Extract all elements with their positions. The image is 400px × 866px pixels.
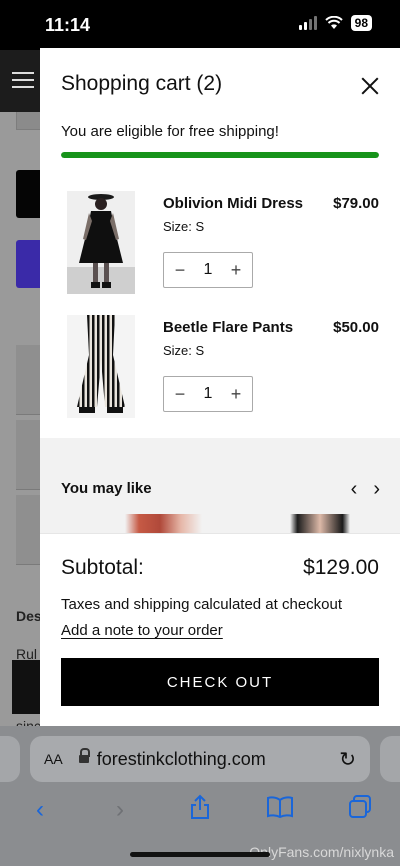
item-size: Size: S — [163, 219, 205, 234]
share-icon[interactable] — [180, 794, 220, 827]
shipping-progress-bar — [61, 152, 379, 158]
carousel-arrows: ‹ › — [351, 478, 380, 501]
next-tab-pill[interactable] — [380, 736, 400, 782]
cart-item: Oblivion Midi Dress $79.00 Size: S − 1 + — [40, 191, 400, 301]
dress-image — [67, 191, 135, 294]
url-text[interactable]: forestinkclothing.com — [97, 749, 340, 770]
status-icons: 98 — [298, 15, 372, 31]
minus-icon[interactable]: − — [172, 260, 188, 281]
address-bar[interactable]: AA forestinkclothing.com ↻ — [30, 736, 370, 782]
browser-bottom-bar: AA forestinkclothing.com ↻ ‹ › OnlyFans.… — [0, 726, 400, 866]
free-shipping-message: You are eligible for free shipping! — [61, 123, 279, 140]
you-may-like-title: You may like — [61, 480, 152, 497]
background-section-label: Des — [16, 608, 42, 624]
previous-tab-pill[interactable] — [0, 736, 20, 782]
watermark: OnlyFans.com/nixlynka — [249, 844, 394, 860]
chevron-right-icon[interactable]: › — [373, 478, 380, 501]
item-size: Size: S — [163, 343, 205, 358]
browser-toolbar: ‹ › — [0, 790, 400, 830]
battery-indicator: 98 — [350, 15, 372, 31]
back-icon[interactable]: ‹ — [20, 796, 60, 824]
subtotal-value: $129.00 — [303, 556, 379, 579]
cart-drawer: Shopping cart (2) You are eligible for f… — [40, 48, 400, 730]
item-name[interactable]: Oblivion Midi Dress — [163, 195, 303, 212]
quantity-stepper: − 1 + — [163, 252, 253, 288]
forward-icon[interactable]: › — [100, 796, 140, 824]
plus-icon[interactable]: + — [228, 384, 244, 405]
cart-item: Beetle Flare Pants $50.00 Size: S − 1 + — [40, 315, 400, 425]
you-may-like-section: You may like ‹ › — [40, 438, 400, 533]
suggested-product-image[interactable] — [230, 514, 380, 533]
plus-icon[interactable]: + — [228, 260, 244, 281]
pants-image — [67, 315, 135, 418]
status-time: 11:14 — [45, 15, 91, 35]
status-bar: 11:14 98 — [0, 0, 400, 50]
cart-title: Shopping cart (2) — [61, 72, 223, 95]
text-size-button[interactable]: AA — [44, 751, 63, 767]
close-icon[interactable] — [360, 76, 380, 96]
suggested-product-image[interactable] — [62, 514, 202, 533]
quantity-stepper: − 1 + — [163, 376, 253, 412]
subtotal-label: Subtotal: — [61, 556, 144, 579]
background-dark-block — [12, 660, 42, 714]
shipping-progress-fill — [61, 152, 379, 158]
quantity-value[interactable]: 1 — [204, 261, 213, 279]
wifi-icon — [324, 16, 343, 29]
item-name[interactable]: Beetle Flare Pants — [163, 319, 293, 336]
taxes-note: Taxes and shipping calculated at checkou… — [61, 596, 343, 613]
item-price: $50.00 — [333, 319, 379, 336]
checkout-button[interactable]: CHECK OUT — [61, 658, 379, 706]
product-image-dress[interactable] — [67, 191, 135, 294]
item-price: $79.00 — [333, 195, 379, 212]
menu-icon[interactable] — [12, 72, 34, 93]
add-note-link[interactable]: Add a note to your order — [61, 622, 223, 639]
quantity-value[interactable]: 1 — [204, 385, 213, 403]
chevron-left-icon[interactable]: ‹ — [351, 478, 358, 501]
tabs-icon[interactable] — [340, 794, 380, 827]
cart-footer: Subtotal: $129.00 Taxes and shipping cal… — [40, 533, 400, 730]
product-image-pants[interactable] — [67, 315, 135, 418]
home-indicator[interactable] — [130, 852, 270, 857]
bookmarks-icon[interactable] — [260, 795, 300, 825]
lock-icon — [78, 748, 90, 765]
minus-icon[interactable]: − — [172, 384, 188, 405]
cellular-signal-icon — [298, 16, 317, 30]
reload-icon[interactable]: ↻ — [339, 747, 356, 772]
